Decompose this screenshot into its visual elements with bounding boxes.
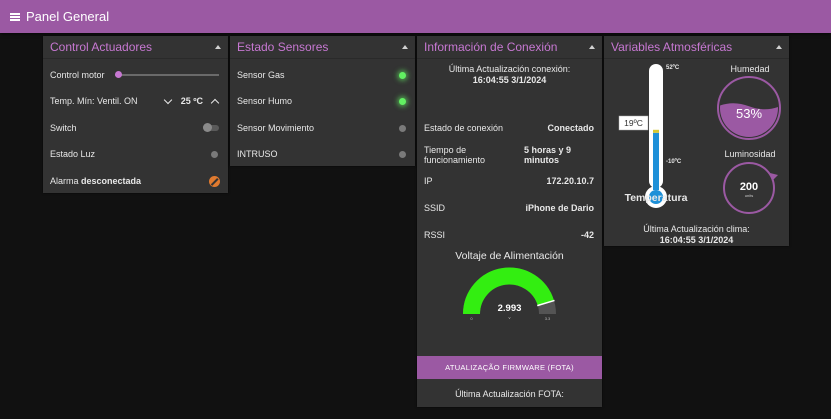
thermometer-value: 19ºC <box>624 118 643 128</box>
collapse-icon[interactable] <box>589 45 595 49</box>
connection-card-header[interactable]: Información de Conexión <box>417 36 602 59</box>
sensor-label: INTRUSO <box>237 149 278 159</box>
sensor-label: Sensor Gas <box>237 70 285 80</box>
info-value: 172.20.10.7 <box>546 176 594 186</box>
ip-row: IP 172.20.10.7 <box>424 175 594 187</box>
actuators-card-header[interactable]: Control Actuadores <box>43 36 228 59</box>
info-key: Tiempo de funcionamiento <box>424 145 486 165</box>
intruder-led <box>399 150 406 158</box>
weather-card: Variables Atmosféricas 52ºC -10ºC 19ºC T… <box>604 36 789 246</box>
info-key: RSSI <box>424 230 446 240</box>
light-status-label: Estado Luz <box>50 149 96 159</box>
info-key: IP <box>424 176 433 186</box>
chevron-up-icon[interactable] <box>210 98 220 107</box>
luminosity-label: Luminosidad <box>724 149 776 159</box>
sensor-label: Sensor Humo <box>237 96 293 106</box>
info-value: Conectado <box>547 123 594 133</box>
light-status-led <box>211 150 218 158</box>
weather-card-header[interactable]: Variables Atmosféricas <box>604 36 789 59</box>
luminosity-unit: units <box>745 193 753 198</box>
sensor-gas-led <box>399 71 406 79</box>
alarm-off-icon[interactable] <box>209 175 220 187</box>
ssid-row: SSID iPhone de Dario <box>424 202 594 214</box>
sensor-motion-row: Sensor Movimiento <box>230 121 415 135</box>
fota-last-update-label: Última Actualización FOTA: <box>455 389 564 399</box>
humidity-value: 53% <box>736 106 762 121</box>
voltage-gauge: 2.993 v 0 3.3 <box>463 267 556 321</box>
luminosity-gauge: 200 units <box>723 162 778 214</box>
card-title: Estado Sensores <box>237 40 329 54</box>
switch-row: Switch <box>43 121 228 135</box>
sensor-motion-led <box>399 124 406 132</box>
gauge-value: 2.993 <box>498 303 522 314</box>
connection-card: Información de Conexión Última Actualiza… <box>417 36 602 407</box>
temp-setpoint-value: 25 ºC <box>180 96 203 106</box>
gauge-max-label: 3.3 <box>545 316 551 321</box>
actuators-card: Control Actuadores Control motor Temp. M… <box>43 36 228 193</box>
sensor-gas-row: Sensor Gas <box>230 68 415 82</box>
gauge-unit: v <box>509 315 511 320</box>
slider-thumb[interactable] <box>114 71 122 78</box>
motor-label: Control motor <box>50 70 105 80</box>
switch-toggle[interactable] <box>203 123 219 132</box>
voltage-gauge-title: Voltaje de Alimentación <box>455 250 564 262</box>
alarm-state: desconectada <box>81 176 142 186</box>
light-status-row: Estado Luz <box>43 147 228 161</box>
sensor-label: Sensor Movimiento <box>237 123 315 133</box>
hamburger-menu-icon[interactable] <box>10 12 20 21</box>
sensor-smoke-row: Sensor Humo <box>230 94 415 108</box>
gauge-min-label: 0 <box>470 316 473 321</box>
thermometer-label: Temperatura <box>624 192 688 204</box>
thermometer-fill <box>653 132 659 190</box>
sensor-smoke-led <box>399 97 406 105</box>
thermometer-min-label: -10ºC <box>666 159 682 165</box>
connection-status-row: Estado de conexión Conectado <box>424 122 594 134</box>
weather-last-update-label: Última Actualización clima: <box>643 224 750 234</box>
temp-setpoint-label: Temp. Mín: Ventil. ON <box>50 96 138 106</box>
collapse-icon[interactable] <box>215 45 221 49</box>
page-title: Panel General <box>26 9 110 24</box>
info-key: Estado de conexión <box>424 123 504 133</box>
info-value: iPhone de Dario <box>525 203 594 213</box>
humidity-gauge: 53% <box>717 76 781 140</box>
humidity-label: Humedad <box>730 64 770 74</box>
info-value: 5 horas y 9 minutos <box>524 145 572 165</box>
sensors-card: Estado Sensores Sensor Gas Sensor Humo S… <box>230 36 415 166</box>
card-title: Control Actuadores <box>50 40 153 54</box>
thermometer-widget: 52ºC -10ºC 19ºC <box>618 64 682 208</box>
motor-slider[interactable] <box>114 71 219 78</box>
info-value: -42 <box>580 230 594 240</box>
intruder-row: INTRUSO <box>230 147 415 161</box>
weather-last-update-value: 16:04:55 3/1/2024 <box>659 235 734 245</box>
temperature-setpoint-row: Temp. Mín: Ventil. ON 25 ºC <box>43 94 228 108</box>
uptime-row: Tiempo de funcionamiento 5 horas y 9 min… <box>424 144 594 166</box>
info-key: SSID <box>424 203 446 213</box>
chevron-down-icon[interactable] <box>163 95 172 104</box>
luminosity-value: 200 <box>740 181 758 193</box>
card-title: Información de Conexión <box>424 40 558 54</box>
rssi-row: RSSI -42 <box>424 229 594 241</box>
app-header: Panel General <box>0 0 831 33</box>
motor-control-row: Control motor <box>43 68 228 82</box>
alarm-row: Alarma desconectada <box>43 174 228 188</box>
card-title: Variables Atmosféricas <box>611 40 733 54</box>
luminosity-marker <box>770 173 778 181</box>
collapse-icon[interactable] <box>402 45 408 49</box>
thermometer-max-label: 52ºC <box>666 65 680 71</box>
switch-label: Switch <box>50 123 77 133</box>
connection-last-update-label: Última Actualización conexión: <box>448 64 571 74</box>
thermometer-level-mark <box>653 129 659 133</box>
connection-last-update-value: 16:04:55 3/1/2024 <box>472 75 547 85</box>
sensors-card-header[interactable]: Estado Sensores <box>230 36 415 59</box>
alarm-label: Alarma <box>50 176 79 186</box>
fota-update-button[interactable]: ATUALIZAÇÃO FIRMWARE (FOTA) <box>417 356 602 379</box>
collapse-icon[interactable] <box>776 45 782 49</box>
